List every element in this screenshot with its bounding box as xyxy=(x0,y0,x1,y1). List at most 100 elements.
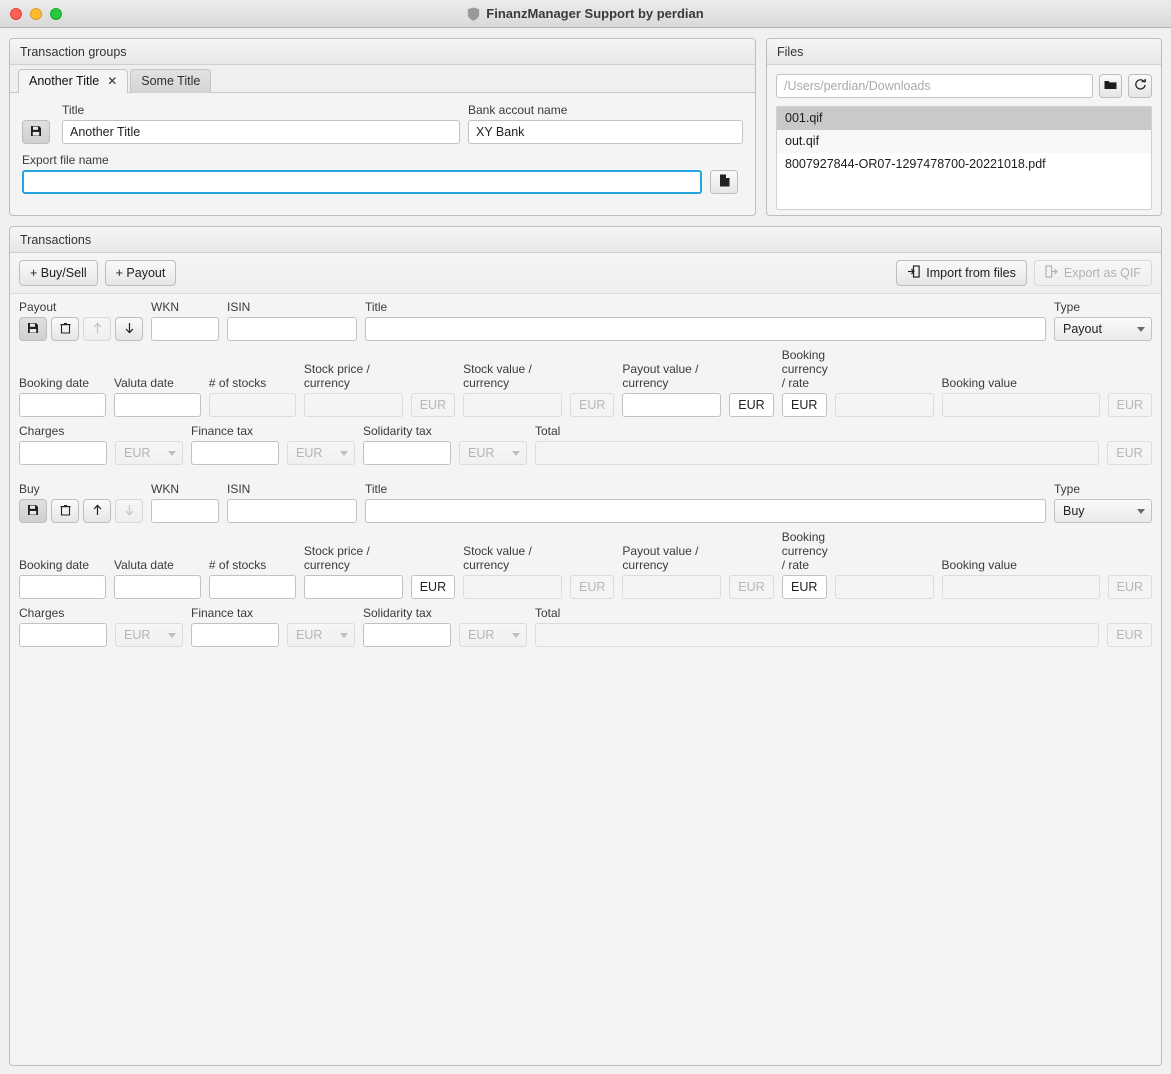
payout-value-label: Payout value / currency xyxy=(622,362,699,390)
payout-value-input[interactable] xyxy=(622,575,722,599)
charges-currency-select[interactable]: EUR xyxy=(115,623,183,647)
stock-value-input[interactable] xyxy=(463,393,562,417)
finance-tax-input[interactable] xyxy=(191,623,279,647)
arrow-up-icon xyxy=(92,322,103,337)
stock-price-label: Stock price / currency xyxy=(303,544,370,572)
tab-another-title[interactable]: Another Title ✕ xyxy=(18,69,129,93)
solidarity-tax-currency-select[interactable]: EUR xyxy=(459,441,527,465)
stock-value-input[interactable] xyxy=(463,575,562,599)
bank-account-name-input[interactable] xyxy=(468,120,743,144)
wkn-label: WKN xyxy=(151,482,179,496)
isin-input[interactable] xyxy=(227,317,357,341)
charges-input[interactable] xyxy=(19,441,107,465)
move-up-button[interactable] xyxy=(83,499,111,523)
booking-currency-button[interactable]: EUR xyxy=(781,393,827,417)
stock-price-currency-button[interactable]: EUR xyxy=(410,393,456,417)
valuta-date-input[interactable] xyxy=(113,575,201,599)
window-controls[interactable] xyxy=(10,7,62,20)
booking-value-currency-button[interactable]: EUR xyxy=(1107,575,1153,599)
list-item[interactable]: out.qif xyxy=(777,130,1151,153)
list-item[interactable]: 001.qif xyxy=(777,107,1151,130)
wkn-label: WKN xyxy=(151,300,179,314)
minimize-window-button[interactable] xyxy=(30,7,42,20)
save-group-button[interactable] xyxy=(22,120,50,144)
booking-currency-button[interactable]: EUR xyxy=(781,575,827,599)
payout-value-input[interactable] xyxy=(622,393,722,417)
booking-rate-input[interactable] xyxy=(834,575,934,599)
solidarity-tax-input[interactable] xyxy=(363,623,451,647)
move-down-button[interactable] xyxy=(115,499,143,523)
stock-price-label: Stock price / currency xyxy=(303,362,370,390)
add-buysell-button[interactable]: + Buy/Sell xyxy=(19,260,98,286)
total-currency-button[interactable]: EUR xyxy=(1107,623,1152,647)
number-of-stocks-input[interactable] xyxy=(208,575,296,599)
maximize-window-button[interactable] xyxy=(50,7,62,20)
import-from-files-button[interactable]: Import from files xyxy=(896,260,1027,286)
close-window-button[interactable] xyxy=(10,7,22,20)
solidarity-tax-label: Solidarity tax xyxy=(363,424,432,438)
trash-icon xyxy=(59,504,71,519)
booking-date-input[interactable] xyxy=(19,575,106,599)
refresh-files-button[interactable] xyxy=(1128,74,1152,98)
transaction-group-tabs[interactable]: Another Title ✕ Some Title xyxy=(10,65,755,93)
chevron-down-icon xyxy=(168,450,176,456)
booking-value-currency-button[interactable]: EUR xyxy=(1107,393,1153,417)
save-transaction-button[interactable] xyxy=(19,317,47,341)
stock-price-currency-button[interactable]: EUR xyxy=(410,575,456,599)
choose-folder-button[interactable] xyxy=(1098,74,1123,98)
wkn-input[interactable] xyxy=(151,499,219,523)
charges-input[interactable] xyxy=(19,623,107,647)
transaction-title-input[interactable] xyxy=(365,317,1046,341)
number-of-stocks-label: # of stocks xyxy=(208,376,267,390)
delete-transaction-button[interactable] xyxy=(51,317,79,341)
delete-transaction-button[interactable] xyxy=(51,499,79,523)
save-transaction-button[interactable] xyxy=(19,499,47,523)
number-of-stocks-input[interactable] xyxy=(208,393,296,417)
files-path-input[interactable] xyxy=(776,74,1093,98)
isin-input[interactable] xyxy=(227,499,357,523)
add-payout-button[interactable]: + Payout xyxy=(104,260,177,286)
files-list[interactable]: 001.qif out.qif 8007927844-OR07-12974787… xyxy=(776,106,1152,210)
top-row: Transaction groups Another Title ✕ Some … xyxy=(0,28,1171,216)
stock-price-input[interactable] xyxy=(303,393,403,417)
browse-export-file-button[interactable] xyxy=(710,170,738,194)
valuta-date-input[interactable] xyxy=(113,393,201,417)
files-panel: Files 001.qif out.qif 8007927844-OR07-12… xyxy=(766,38,1162,216)
transaction-title-input[interactable] xyxy=(365,499,1046,523)
move-down-button[interactable] xyxy=(115,317,143,341)
window-title: FinanzManager Support by perdian xyxy=(0,6,1171,21)
export-icon xyxy=(1045,265,1058,281)
type-select[interactable]: Payout xyxy=(1054,317,1152,341)
wkn-input[interactable] xyxy=(151,317,219,341)
move-up-button[interactable] xyxy=(83,317,111,341)
close-icon[interactable]: ✕ xyxy=(107,74,117,89)
charges-currency-select[interactable]: EUR xyxy=(115,441,183,465)
payout-value-currency-button[interactable]: EUR xyxy=(729,393,774,417)
floppy-disk-icon xyxy=(30,125,42,140)
stock-price-input[interactable] xyxy=(303,575,403,599)
export-file-name-input[interactable] xyxy=(22,170,702,194)
export-as-qif-button[interactable]: Export as QIF xyxy=(1033,260,1152,286)
type-label: Type xyxy=(1054,482,1081,496)
payout-value-currency-button[interactable]: EUR xyxy=(729,575,774,599)
transaction-groups-panel: Transaction groups Another Title ✕ Some … xyxy=(9,38,756,216)
list-item[interactable]: 8007927844-OR07-1297478700-20221018.pdf xyxy=(777,153,1151,176)
group-title-input[interactable] xyxy=(62,120,460,144)
solidarity-tax-input[interactable] xyxy=(363,441,451,465)
solidarity-tax-currency-select[interactable]: EUR xyxy=(459,623,527,647)
total-input[interactable] xyxy=(535,623,1099,647)
finance-tax-input[interactable] xyxy=(191,441,279,465)
booking-date-input[interactable] xyxy=(19,393,106,417)
total-currency-button[interactable]: EUR xyxy=(1107,441,1152,465)
type-select[interactable]: Buy xyxy=(1054,499,1152,523)
finance-tax-currency-select[interactable]: EUR xyxy=(287,441,355,465)
finance-tax-currency-select[interactable]: EUR xyxy=(287,623,355,647)
stock-value-currency-button[interactable]: EUR xyxy=(569,393,615,417)
booking-rate-input[interactable] xyxy=(834,393,934,417)
booking-value-label: Booking value xyxy=(941,558,1017,572)
tab-some-title[interactable]: Some Title xyxy=(130,69,212,93)
booking-value-input[interactable] xyxy=(941,393,1100,417)
stock-value-currency-button[interactable]: EUR xyxy=(569,575,615,599)
booking-value-input[interactable] xyxy=(941,575,1100,599)
total-input[interactable] xyxy=(535,441,1099,465)
